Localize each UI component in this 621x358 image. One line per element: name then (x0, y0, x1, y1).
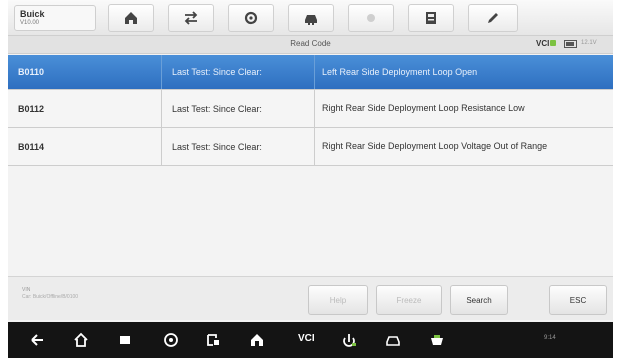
vci-nav-label[interactable]: VCI (298, 333, 315, 344)
brand-version: V10.00 (20, 20, 40, 26)
settings-button[interactable] (228, 4, 274, 32)
save-button[interactable] (408, 4, 454, 32)
table-row[interactable]: B0110 Last Test: Since Clear: Left Rear … (8, 55, 613, 90)
code-cell: B0112 (18, 103, 45, 114)
app-window: Buick V10.00 Read Code VCI 12.1V B0110 L… (8, 0, 613, 358)
description-cell: Right Rear Side Deployment Loop Resistan… (322, 103, 525, 113)
save-icon (426, 12, 436, 24)
vehicle-path: Car: Buick/Offline/B/0100 (22, 294, 79, 300)
action-footer: VIN Car: Buick/Offline/B/0100 Help Freez… (8, 276, 613, 320)
vci-status-icon (550, 40, 557, 46)
home-button[interactable] (108, 4, 154, 32)
record-button[interactable] (348, 4, 394, 32)
recent-apps-icon[interactable] (116, 331, 134, 349)
vehicle-swap-icon (184, 11, 198, 25)
vci-indicator: VCI (536, 39, 557, 48)
page-title: Read Code (290, 39, 331, 48)
back-icon[interactable] (28, 331, 46, 349)
screenshot-icon[interactable] (204, 331, 222, 349)
help-button[interactable]: Help (308, 285, 368, 315)
edit-button[interactable] (468, 4, 518, 32)
record-icon (367, 14, 375, 22)
description-cell: Left Rear Side Deployment Loop Open (322, 66, 478, 77)
battery-icon (564, 40, 577, 48)
browser-icon[interactable] (162, 331, 180, 349)
esc-button[interactable]: ESC (549, 285, 607, 315)
vehicle-swap-button[interactable] (168, 4, 214, 32)
system-nav-bar: VCI 9:14 (8, 322, 613, 358)
network-icon[interactable] (340, 331, 358, 349)
code-cell: B0110 (18, 67, 45, 77)
car-icon (305, 15, 317, 25)
table-row[interactable]: B0114 Last Test: Since Clear: Right Rear… (8, 128, 613, 166)
code-cell: B0114 (18, 141, 45, 152)
status-cell: Last Test: Since Clear: (172, 67, 262, 77)
description-cell: Right Rear Side Deployment Loop Voltage … (322, 141, 548, 151)
brand-button[interactable]: Buick V10.00 (14, 5, 96, 31)
vin-label: VIN (22, 287, 31, 293)
freeze-button[interactable]: Freeze (376, 285, 442, 315)
diagnostics-home-icon[interactable] (248, 331, 266, 349)
status-cell: Last Test: Since Clear: (172, 103, 262, 114)
battery-voltage: 12.1V (581, 40, 597, 46)
table-row[interactable]: B0112 Last Test: Since Clear: Right Rear… (8, 90, 613, 128)
top-toolbar: Buick V10.00 (8, 0, 613, 36)
home-nav-icon[interactable] (72, 331, 90, 349)
settings-icon (244, 11, 258, 25)
home-icon (125, 12, 137, 24)
car-button[interactable] (288, 4, 334, 32)
status-bar-text: 9:14 (544, 335, 556, 341)
car-nav-icon[interactable] (384, 331, 402, 349)
page-header: Read Code VCI 12.1V (8, 36, 613, 54)
status-cell: Last Test: Since Clear: (172, 141, 262, 152)
brand-name: Buick (20, 9, 45, 19)
edit-icon (488, 13, 498, 23)
search-button[interactable]: Search (450, 285, 508, 315)
vci-label: VCI (536, 39, 550, 48)
shop-icon[interactable] (428, 331, 446, 349)
